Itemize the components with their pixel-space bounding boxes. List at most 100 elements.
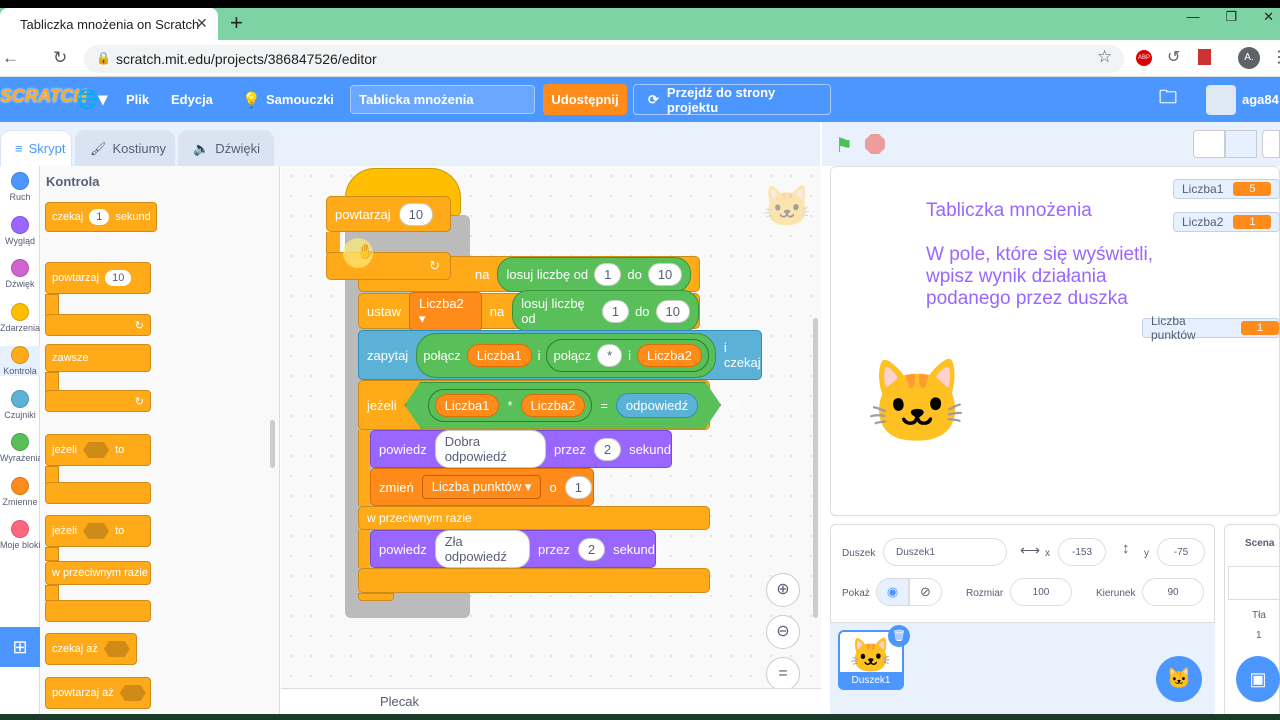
multiply-block[interactable]: Liczba1 * Liczba2 — [427, 388, 593, 422]
equals-block[interactable]: Liczba1 * Liczba2 = odpowiedź — [404, 381, 722, 429]
add-extension-button[interactable]: ⊞ — [0, 627, 40, 667]
monitor-liczba-punktow[interactable]: Liczba punktów 1 — [1142, 314, 1280, 342]
tab-sounds[interactable]: 🔈 Dźwięki — [178, 130, 274, 166]
dragged-repeat-value[interactable]: 10 — [398, 202, 434, 226]
repeat-until-slot[interactable] — [119, 685, 146, 701]
normal-stage-icon[interactable] — [1225, 130, 1257, 158]
join-var1[interactable]: Liczba1 — [466, 343, 532, 367]
if-condition-slot[interactable] — [83, 442, 110, 458]
mult-var2[interactable]: Liczba2 — [520, 393, 586, 417]
adblock-icon[interactable]: ABP — [1136, 50, 1152, 66]
join-var2[interactable]: Liczba2 — [637, 343, 702, 367]
say1-message[interactable]: Dobra odpowiedź — [434, 430, 547, 468]
delete-sprite-icon[interactable]: 🗑 — [888, 625, 910, 647]
user-avatar[interactable] — [1206, 85, 1236, 115]
palette-wait-until-block[interactable]: czekaj aż — [45, 633, 137, 665]
category-3[interactable]: Dźwięk — [0, 259, 40, 289]
menu-tutorials[interactable]: Samouczki — [266, 77, 334, 122]
browser-menu-icon[interactable]: ⋮ — [1271, 47, 1280, 67]
zoom-in-icon[interactable]: ⊕ — [766, 573, 800, 607]
new-tab-icon[interactable]: + — [230, 10, 243, 36]
palette-scrollbar[interactable] — [270, 420, 275, 468]
join-block-inner[interactable]: połącz * i Liczba2 — [546, 338, 709, 372]
show-visible-icon[interactable]: ◉ — [876, 578, 909, 606]
join-star[interactable]: * — [597, 343, 623, 367]
profile-avatar[interactable]: A. — [1238, 47, 1260, 69]
back-icon[interactable]: ← — [2, 48, 19, 68]
mult-var1[interactable]: Liczba1 — [434, 393, 500, 417]
category-6[interactable]: Czujniki — [0, 389, 40, 420]
maximize-icon[interactable]: ❐ — [1225, 9, 1237, 25]
palette-wait-block[interactable]: czekaj 1 sekund — [45, 202, 157, 232]
scratch-logo[interactable]: SCRATCH — [0, 86, 87, 107]
my-stuff-folder-icon[interactable]: 🗀 — [1159, 77, 1177, 122]
see-project-page-button[interactable]: ⟳ Przejdź do strony projektu — [633, 84, 831, 115]
pdf-extension-icon[interactable] — [1198, 49, 1211, 65]
monitor-liczba2[interactable]: Liczba2 1 — [1173, 212, 1280, 232]
palette-forever-block[interactable]: zawsze — [45, 344, 151, 372]
add-sprite-icon[interactable]: 🐱 — [1156, 656, 1202, 702]
stop-icon[interactable] — [865, 134, 885, 154]
palette-if-block[interactable]: jeżeli to — [45, 434, 151, 466]
category-8[interactable]: Zmienne — [0, 476, 40, 507]
say2-message[interactable]: Zła odpowiedź — [434, 530, 531, 568]
stage-thumbnail[interactable] — [1228, 566, 1280, 600]
say2-seconds[interactable]: 2 — [577, 537, 606, 561]
category-1[interactable]: Ruch — [0, 172, 40, 202]
size-input[interactable]: 100 — [1010, 578, 1072, 606]
username[interactable]: aga84 — [1242, 77, 1279, 122]
wait-value[interactable]: 1 — [89, 209, 110, 225]
random-block-2[interactable]: losuj liczbę od 1 do 10 — [512, 290, 699, 332]
x-input[interactable]: -153 — [1058, 538, 1106, 566]
workspace-scrollbar-v[interactable] — [813, 318, 818, 618]
history-icon[interactable]: ↺ — [1167, 47, 1180, 67]
join-block-outer[interactable]: połącz Liczba1 i połącz * i Liczba2 — [416, 332, 716, 378]
tab-costumes[interactable]: 🖌 Kostiumy — [75, 130, 175, 166]
category-2[interactable]: Wygląd — [0, 215, 40, 246]
language-globe-icon[interactable]: 🌐▾ — [76, 77, 107, 122]
menu-edit[interactable]: Edycja — [171, 77, 213, 122]
set-var2-block[interactable]: ustaw Liczba2 ▾ na losuj liczbę od 1 do 10 — [358, 290, 700, 332]
category-4[interactable]: Zdarzenia — [0, 302, 40, 333]
say1-seconds[interactable]: 2 — [593, 437, 622, 461]
random2-from[interactable]: 1 — [601, 299, 630, 323]
change-amount[interactable]: 1 — [564, 475, 592, 499]
random1-from[interactable]: 1 — [594, 262, 622, 286]
close-window-icon[interactable]: ✕ — [1263, 9, 1274, 25]
random-block-1[interactable]: losuj liczbę od 1 do 10 — [497, 256, 692, 292]
share-button[interactable]: Udostępnij — [543, 84, 627, 115]
category-5[interactable]: Kontrola — [0, 346, 40, 376]
zoom-out-icon[interactable]: ⊖ — [766, 615, 800, 649]
reload-icon[interactable]: ↻ — [53, 48, 67, 68]
category-9[interactable]: Moje bloki — [0, 520, 40, 550]
small-stage-icon[interactable] — [1193, 130, 1225, 158]
bookmark-star-icon[interactable]: ☆ — [1097, 47, 1112, 67]
hide-icon[interactable]: ⊘ — [909, 578, 942, 606]
project-title-input[interactable]: Tablicka mnożenia — [350, 85, 535, 114]
wait-until-slot[interactable] — [103, 641, 130, 657]
tab-code[interactable]: ≡ Skrypt — [0, 130, 72, 166]
green-flag-icon[interactable]: ⚑ — [835, 133, 853, 158]
direction-input[interactable]: 90 — [1142, 578, 1204, 606]
say-bad-block[interactable]: powiedz Zła odpowiedź przez 2 sekund — [370, 530, 656, 568]
fullscreen-icon[interactable] — [1262, 130, 1280, 158]
scratch-cat-sprite[interactable]: 🐱 — [866, 362, 968, 444]
random2-to[interactable]: 10 — [655, 299, 690, 323]
ask-block[interactable]: zapytaj połącz Liczba1 i połącz * i Licz… — [358, 330, 762, 380]
random1-to[interactable]: 10 — [647, 262, 683, 286]
sprite-name-input[interactable]: Duszek1 — [883, 538, 1007, 566]
monitor-liczba1[interactable]: Liczba1 5 — [1173, 179, 1280, 199]
zoom-reset-icon[interactable]: = — [766, 657, 800, 691]
browser-tab[interactable]: Tabliczka mnożenia on Scratch — [0, 8, 218, 40]
tab-close-icon[interactable]: ✕ — [196, 15, 208, 32]
answer-reporter[interactable]: odpowiedź — [615, 392, 699, 418]
minimize-icon[interactable]: — — [1186, 9, 1199, 25]
palette-if-else-block[interactable]: jeżeli to — [45, 515, 151, 547]
repeat-value[interactable]: 10 — [105, 270, 132, 286]
change-var-dropdown[interactable]: Liczba punktów ▾ — [421, 475, 542, 499]
palette-repeat-block[interactable]: powtarzaj 10 — [45, 262, 151, 294]
menu-file[interactable]: Plik — [126, 77, 149, 122]
if-else-condition-slot[interactable] — [83, 523, 110, 539]
add-backdrop-icon[interactable]: ▣ — [1236, 656, 1280, 702]
if-else-block[interactable]: jeżeli Liczba1 * Liczba2 = odpowiedź to — [358, 380, 740, 430]
